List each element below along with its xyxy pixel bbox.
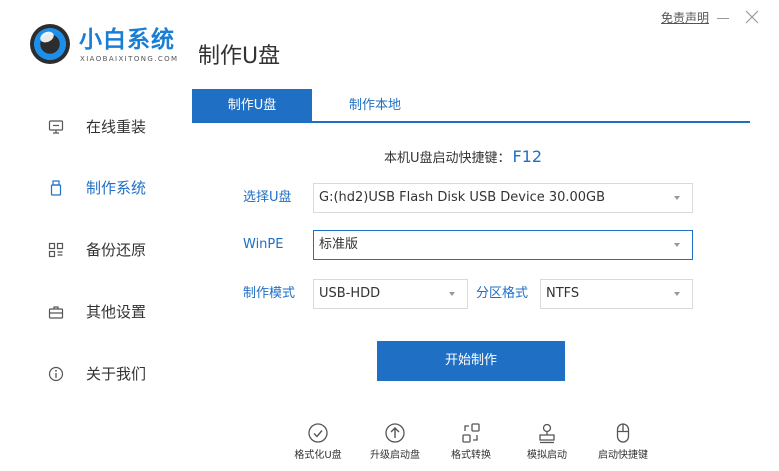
- sidebar-item-label: 制作系统: [86, 179, 147, 197]
- sidebar-item-label: 关于我们: [86, 365, 147, 383]
- disclaimer-link[interactable]: 免责声明: [661, 11, 709, 26]
- partition-select-value: NTFS: [546, 286, 580, 301]
- mode-select-value: USB-HDD: [319, 286, 381, 301]
- usb-select-value: G:(hd2)USB Flash Disk USB Device 30.00GB: [319, 190, 606, 205]
- mode-select[interactable]: USB-HDD: [313, 279, 468, 309]
- chevron-down-icon: [674, 196, 680, 200]
- boot-hotkey-label: 启动快捷键: [598, 450, 648, 461]
- stamp-icon: [539, 423, 555, 444]
- winpe-select[interactable]: 标准版: [313, 230, 693, 260]
- brand-name: 小白系统: [79, 27, 175, 53]
- tab-make-usb[interactable]: 制作U盘: [192, 89, 312, 123]
- format-usb-label: 格式化U盘: [294, 450, 342, 461]
- grid-icon: [47, 241, 65, 259]
- usb-drive-icon: [47, 179, 65, 197]
- mouse-icon: [616, 423, 630, 443]
- hotkey-label: 本机U盘启动快捷键：: [384, 151, 511, 166]
- tab-make-local[interactable]: 制作本地: [320, 89, 430, 123]
- simulate-boot-button[interactable]: 模拟启动: [510, 422, 584, 463]
- mode-select-label: 制作模式: [243, 286, 296, 301]
- format-convert-button[interactable]: 格式转换: [434, 422, 508, 463]
- partition-select[interactable]: NTFS: [540, 279, 693, 309]
- check-circle-icon: [308, 423, 328, 443]
- chevron-down-icon: [674, 292, 680, 296]
- winpe-select-label: WinPE: [243, 237, 284, 252]
- partition-select-label: 分区格式: [476, 286, 529, 301]
- logo-icon: [30, 24, 70, 64]
- monitor-icon: [47, 118, 65, 136]
- sidebar-item-online-reinstall[interactable]: 在线重装: [47, 113, 146, 141]
- sidebar-item-about-us[interactable]: 关于我们: [47, 360, 146, 388]
- chevron-down-icon: [674, 243, 680, 247]
- sidebar-item-label: 其他设置: [86, 303, 147, 321]
- upgrade-boot-disk-label: 升级启动盘: [370, 450, 420, 461]
- info-icon: [47, 365, 65, 383]
- usb-select-label: 选择U盘: [243, 190, 292, 205]
- sidebar-item-backup-restore[interactable]: 备份还原: [47, 236, 146, 264]
- upgrade-boot-disk-button[interactable]: 升级启动盘: [358, 422, 432, 463]
- winpe-select-value: 标准版: [319, 237, 359, 252]
- sidebar-item-label: 在线重装: [86, 118, 147, 136]
- tab-underline: [192, 121, 750, 123]
- sidebar-item-make-system[interactable]: 制作系统: [47, 174, 146, 202]
- arrow-up-circle-icon: [385, 423, 405, 443]
- minimize-icon[interactable]: [717, 18, 729, 19]
- convert-icon: [462, 423, 480, 443]
- format-convert-label: 格式转换: [451, 450, 491, 461]
- hotkey-info: 本机U盘启动快捷键： F12: [384, 147, 542, 169]
- page-title: 制作U盘: [198, 44, 281, 69]
- simulate-boot-label: 模拟启动: [527, 450, 567, 461]
- hotkey-value: F12: [512, 147, 543, 166]
- start-make-button[interactable]: 开始制作: [377, 341, 565, 381]
- format-usb-button[interactable]: 格式化U盘: [281, 422, 355, 463]
- chevron-down-icon: [449, 292, 455, 296]
- brand-subtitle: XIAOBAIXITONG.COM: [80, 55, 179, 63]
- close-icon[interactable]: [745, 10, 759, 24]
- boot-hotkey-button[interactable]: 启动快捷键: [586, 422, 660, 463]
- usb-select[interactable]: G:(hd2)USB Flash Disk USB Device 30.00GB: [313, 183, 693, 213]
- sidebar-item-label: 备份还原: [86, 241, 147, 259]
- sidebar-item-other-settings[interactable]: 其他设置: [47, 298, 146, 326]
- briefcase-icon: [47, 303, 65, 321]
